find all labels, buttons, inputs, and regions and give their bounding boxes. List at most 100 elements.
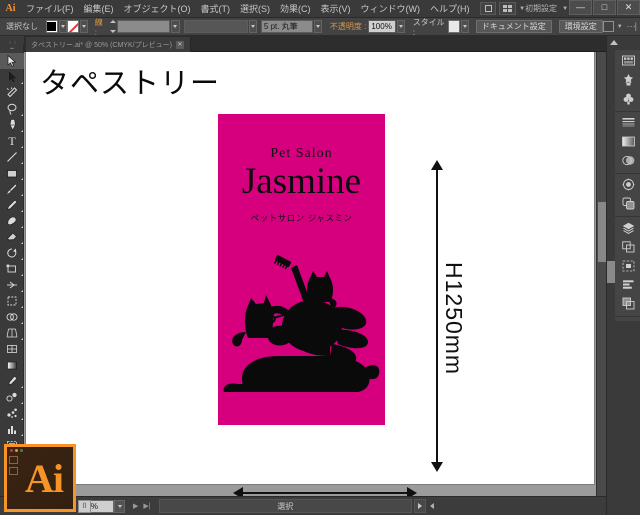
status-text[interactable]: 選択 — [158, 499, 412, 513]
blend-tool[interactable] — [0, 389, 24, 405]
last-artboard-icon[interactable]: ▶| — [143, 502, 150, 510]
document-setup-button[interactable]: ドキュメント設定 — [475, 20, 552, 33]
status-menu-icon[interactable] — [414, 499, 426, 513]
type-tool[interactable]: T — [0, 133, 24, 149]
swatches-panel-icon[interactable] — [615, 89, 640, 108]
paintbrush-tool[interactable] — [0, 181, 24, 197]
rectangle-tool[interactable] — [0, 165, 24, 181]
pen-tool[interactable] — [0, 117, 24, 133]
menu-effect[interactable]: 効果(C) — [275, 0, 316, 18]
layers-panel-icon[interactable] — [615, 218, 640, 237]
opacity-field[interactable]: 100% — [368, 20, 396, 33]
fill-color-swatch[interactable] — [46, 20, 58, 33]
stroke-profile-dropdown-icon[interactable] — [248, 20, 257, 33]
close-button[interactable]: ✕ — [617, 0, 640, 15]
menu-window[interactable]: ウィンドウ(W) — [355, 0, 425, 18]
width-tool[interactable] — [0, 277, 24, 293]
graphic-style-swatch[interactable] — [447, 20, 460, 33]
menu-select[interactable]: 選択(S) — [235, 0, 275, 18]
selection-status-label: 選択なし — [6, 22, 38, 31]
symbol-sprayer-tool[interactable] — [0, 405, 24, 421]
magic-wand-tool[interactable] — [0, 85, 24, 101]
line-segment-tool[interactable] — [0, 149, 24, 165]
gradient-tool[interactable] — [0, 357, 24, 373]
brush-definition-field[interactable]: 5 pt. 丸筆 — [260, 20, 313, 33]
tool-flyout-triangle — [21, 290, 23, 292]
color-panel-icon[interactable] — [615, 51, 640, 70]
canvas-area[interactable]: タペストリー Pet Salon Jasmine ペットサロン ジャスミン H1… — [24, 52, 596, 496]
stroke-weight-dropdown-icon[interactable] — [171, 20, 180, 33]
artboards-panel-icon[interactable] — [615, 237, 640, 256]
direct-selection-tool[interactable] — [0, 69, 24, 85]
menu-help[interactable]: ヘルプ(H) — [425, 0, 475, 18]
stroke-dropdown-icon[interactable] — [79, 20, 88, 33]
stroke-weight-stepper[interactable] — [109, 20, 116, 33]
graphic-styles-panel-icon[interactable] — [615, 194, 640, 213]
document-tab[interactable]: タペストリー.ai* @ 50% (CMYK/プレビュー) ✕ — [26, 37, 191, 52]
dock-expand-icon[interactable] — [607, 36, 640, 48]
tool-flyout-triangle — [21, 242, 23, 244]
menu-type[interactable]: 書式(T) — [195, 0, 235, 18]
appearance-panel-icon[interactable] — [615, 175, 640, 194]
artboard[interactable]: タペストリー Pet Salon Jasmine ペットサロン ジャスミン H1… — [26, 52, 594, 496]
tab-close-icon[interactable]: ✕ — [175, 40, 184, 49]
status-collapse-icon[interactable] — [430, 503, 434, 509]
menu-view[interactable]: 表示(V) — [315, 0, 355, 18]
pathfinder-panel-icon[interactable] — [615, 294, 640, 313]
next-artboard-icon[interactable]: ▶ — [133, 502, 138, 510]
brush-definition-dropdown-icon[interactable] — [313, 20, 322, 33]
illustrator-app-icon-overlay[interactable]: Ai — [4, 444, 76, 512]
stroke-profile-field[interactable] — [183, 20, 248, 33]
tools-panel-handle[interactable] — [0, 44, 24, 53]
width-dimension-line — [241, 492, 409, 494]
arrange-documents-icon[interactable] — [498, 2, 517, 15]
blob-brush-tool[interactable] — [0, 213, 24, 229]
style-label: スタイル : — [412, 17, 445, 37]
menu-edit[interactable]: 編集(E) — [78, 0, 118, 18]
opacity-dropdown-icon[interactable] — [396, 20, 405, 33]
dock-group-appearance — [615, 174, 640, 217]
tray-icon[interactable]: ⌷ — [78, 500, 91, 513]
fill-dropdown-icon[interactable] — [58, 20, 67, 33]
control-bar-overflow-icon[interactable]: ⋯| — [627, 21, 637, 32]
eyedropper-tool[interactable] — [0, 373, 24, 389]
selection-tool[interactable] — [0, 53, 24, 69]
workspace-switcher[interactable]: 初期設定 — [525, 3, 557, 14]
tool-flyout-triangle — [21, 210, 23, 212]
zoom-level-dropdown-icon[interactable] — [114, 499, 125, 513]
screen-mode-icon[interactable] — [480, 2, 496, 15]
vertical-scrollbar[interactable] — [596, 52, 606, 496]
menu-file[interactable]: ファイル(F) — [21, 0, 79, 18]
transform-chevron-down-icon[interactable]: ▼ — [617, 24, 623, 30]
style-dropdown-icon[interactable] — [460, 20, 469, 33]
vertical-scrollbar-thumb[interactable] — [598, 202, 606, 262]
transparency-panel-icon[interactable] — [615, 151, 640, 170]
rotate-tool[interactable] — [0, 245, 24, 261]
shape-builder-tool[interactable] — [0, 309, 24, 325]
stroke-panel-icon[interactable] — [615, 113, 640, 132]
scale-tool[interactable] — [0, 261, 24, 277]
poster-artwork[interactable]: Pet Salon Jasmine ペットサロン ジャスミン — [218, 114, 385, 425]
eraser-tool[interactable] — [0, 229, 24, 245]
links-panel-icon[interactable] — [615, 256, 640, 275]
align-panel-icon[interactable] — [615, 275, 640, 294]
panel-dock — [606, 36, 640, 515]
perspective-grid-tool[interactable] — [0, 325, 24, 341]
menu-object[interactable]: オブジェクト(O) — [118, 0, 195, 18]
mesh-tool[interactable] — [0, 341, 24, 357]
transform-icon[interactable] — [602, 21, 614, 32]
tool-flyout-triangle — [21, 82, 23, 84]
preferences-button[interactable]: 環境設定 — [558, 20, 603, 33]
maximize-button[interactable]: □ — [593, 0, 617, 15]
lasso-tool[interactable] — [0, 101, 24, 117]
column-graph-tool[interactable] — [0, 421, 24, 437]
pencil-tool[interactable] — [0, 197, 24, 213]
dock-scrollbar-thumb[interactable] — [607, 261, 615, 283]
color-guide-panel-icon[interactable] — [615, 70, 640, 89]
free-transform-tool[interactable] — [0, 293, 24, 309]
stroke-weight-field[interactable] — [116, 20, 171, 33]
stroke-color-swatch[interactable] — [66, 20, 79, 33]
fill-color-chip — [47, 22, 57, 31]
minimize-button[interactable]: — — [569, 0, 593, 15]
gradient-panel-icon[interactable] — [615, 132, 640, 151]
